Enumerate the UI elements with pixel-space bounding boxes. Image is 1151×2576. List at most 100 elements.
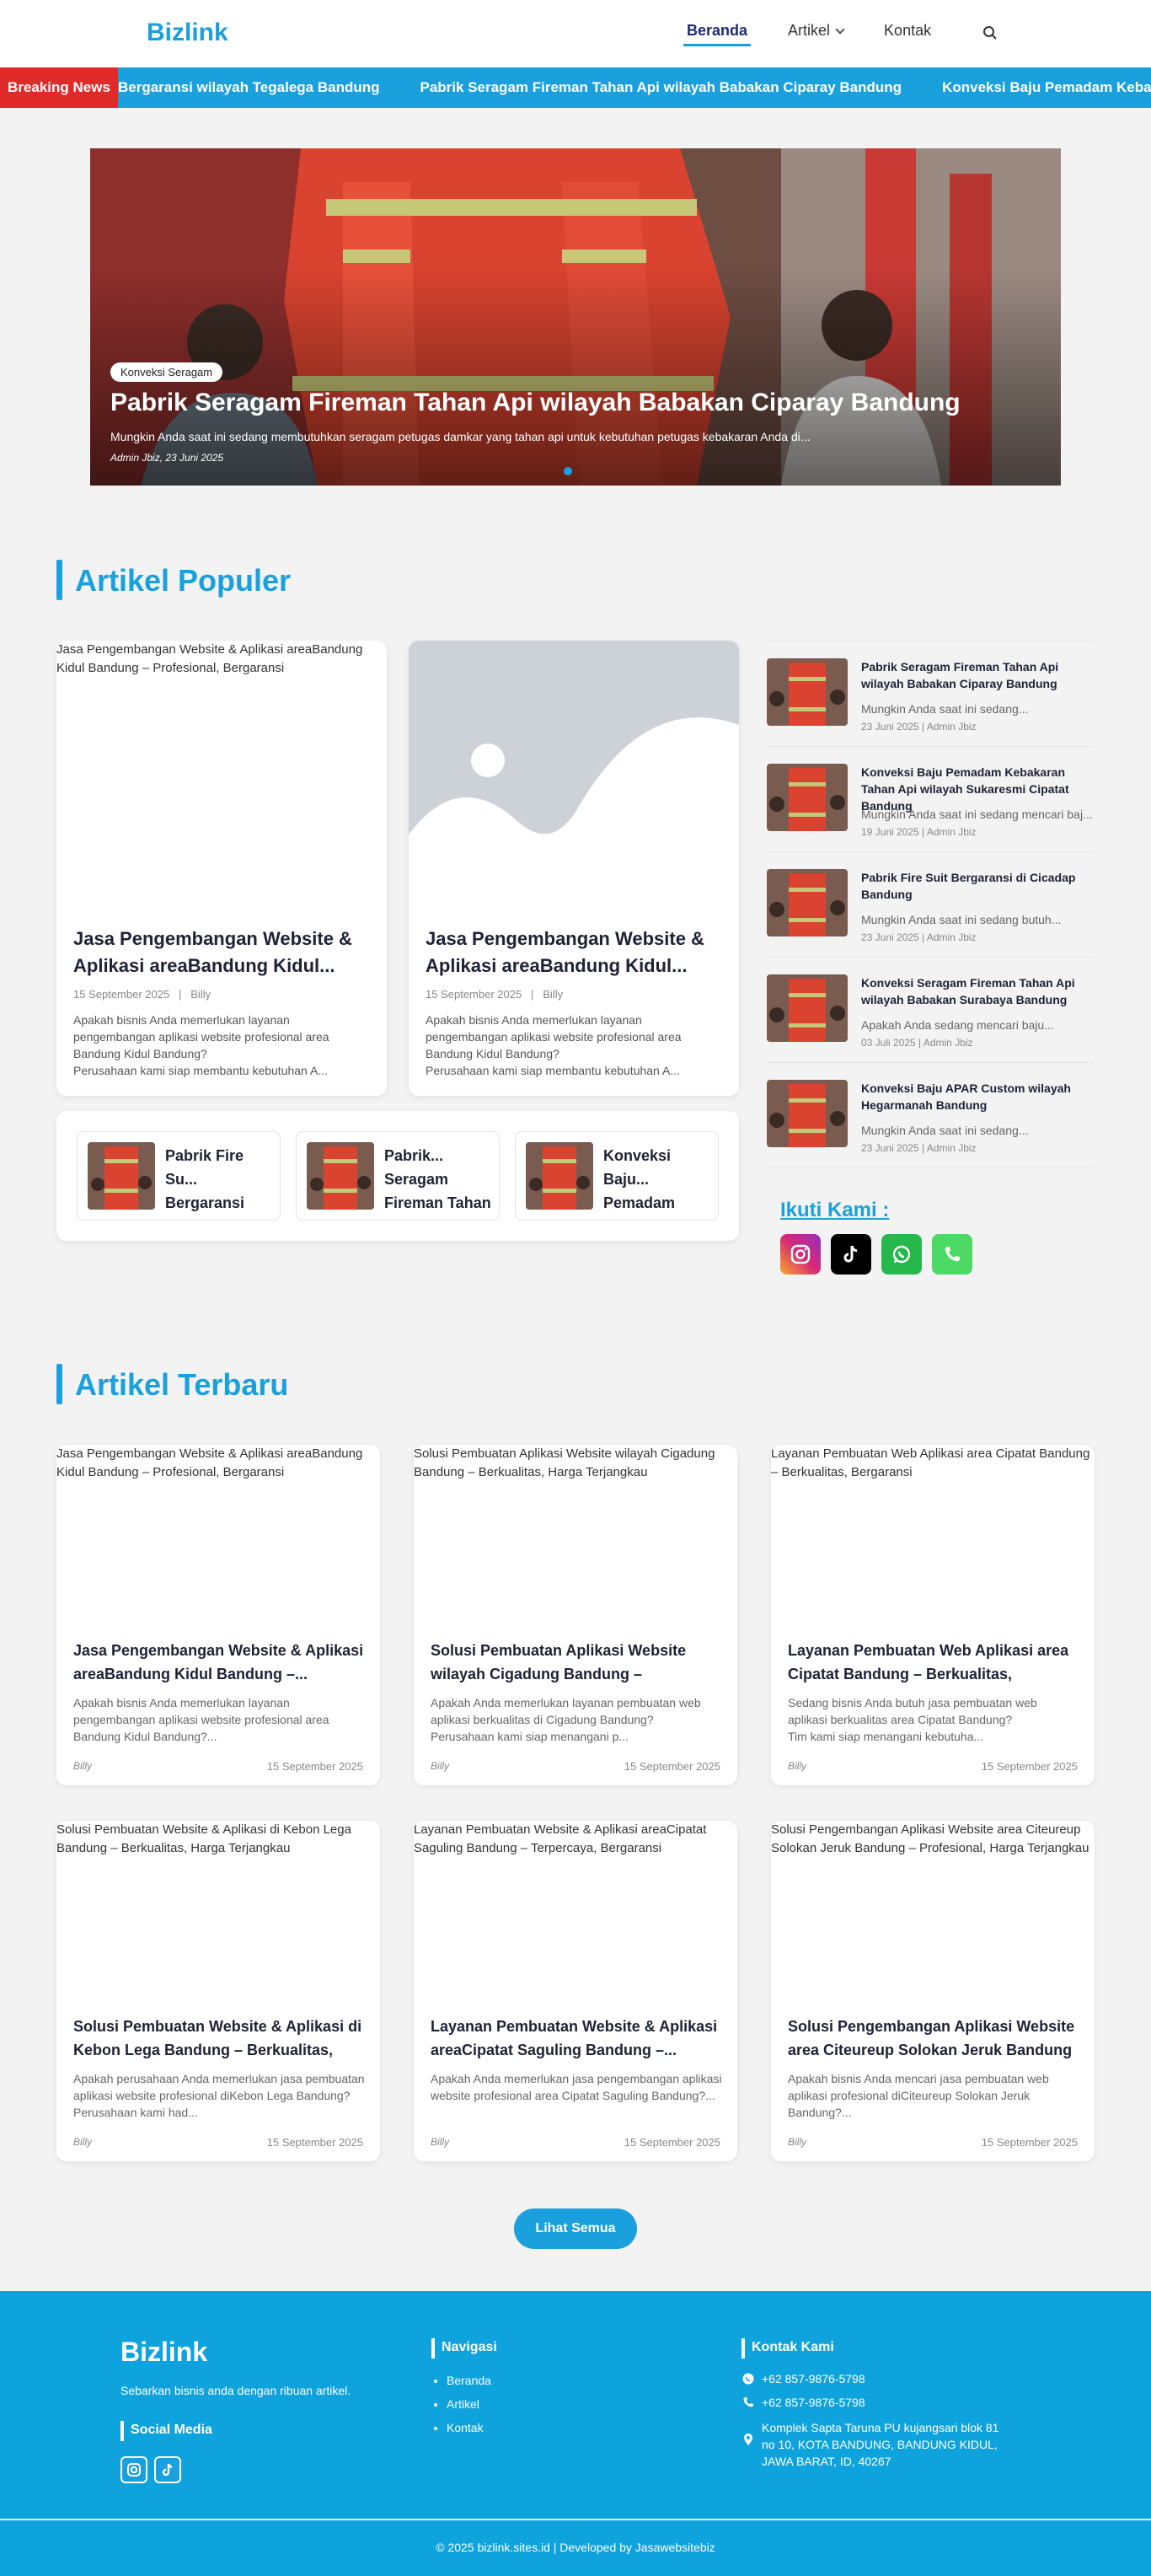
hero-meta: Admin Jbiz, 23 Juni 2025 xyxy=(110,452,224,464)
broken-image-alt: Solusi Pembuatan Website & Aplikasi di K… xyxy=(56,1822,351,1855)
site-logo[interactable]: Bizlink xyxy=(147,19,228,47)
sidebar-post[interactable]: Pabrik Fire Suit Bergaransi di Cicadap B… xyxy=(765,851,1094,957)
latest-card[interactable]: Solusi Pembuatan Website & Aplikasi di K… xyxy=(56,1821,380,2161)
tiktok-icon[interactable] xyxy=(831,1234,871,1275)
footer-link-beranda[interactable]: Beranda xyxy=(447,2374,491,2387)
footer-phone[interactable]: +62 857-9876-5798 xyxy=(741,2396,865,2409)
footer-link-artikel[interactable]: Artikel xyxy=(447,2397,479,2411)
mini-card[interactable]: Pabrik Fire Su... Bergaransi wilayah Teg… xyxy=(77,1131,281,1221)
sidebar-post-excerpt: Mungkin Anda saat ini sedang butuh... xyxy=(861,913,1062,926)
nav-artikel[interactable]: Artikel xyxy=(788,22,845,46)
phone-icon[interactable] xyxy=(932,1234,972,1275)
card-excerpt: Apakah bisnis Anda memerlukan layanan pe… xyxy=(426,1013,682,1077)
sidebar-post-meta: 23 Juni 2025 | Admin Jbiz xyxy=(861,721,977,733)
mini-title[interactable]: Pabrik... Seragam Fireman Tahan xyxy=(384,1144,494,1215)
broken-image-alt: Jasa Pengembangan Website & Aplikasi are… xyxy=(56,1446,363,1479)
sidebar-thumbnail xyxy=(767,1080,848,1147)
sidebar-post[interactable]: Konveksi Baju APAR Custom wilayah Hegarm… xyxy=(765,1062,1094,1167)
breaking-news-ticker: Breaking News Bergaransi wilayah Tegaleg… xyxy=(0,67,1151,108)
instagram-icon[interactable] xyxy=(780,1234,821,1275)
ticker-item[interactable]: Konveksi Baju Pemadam Kebakaran Tahan Ap… xyxy=(942,79,1151,96)
sidebar-post[interactable]: Konveksi Baju Pemadam Kebakaran Tahan Ap… xyxy=(765,746,1094,851)
card-title[interactable]: Solusi Pengembangan Aplikasi Website are… xyxy=(788,2015,1079,2062)
latest-card[interactable]: Solusi Pembuatan Aplikasi Website wilaya… xyxy=(414,1445,737,1785)
card-excerpt: Apakah bisnis Anda memerlukan layanan pe… xyxy=(73,1013,329,1077)
mini-title[interactable]: Konveksi Baju... Pemadam Kebakaran xyxy=(603,1144,713,1215)
hero-slider[interactable]: Konveksi Seragam Pabrik Seragam Fireman … xyxy=(90,148,1061,486)
search-icon[interactable] xyxy=(982,25,998,40)
footer-divider xyxy=(0,2519,1151,2520)
slider-dot[interactable] xyxy=(564,467,572,475)
mini-title[interactable]: Pabrik Fire Su... Bergaransi wilayah Teg… xyxy=(165,1144,275,1215)
follow-us-heading[interactable]: Ikuti Kami : xyxy=(780,1199,889,1222)
card-author: Billy xyxy=(543,988,564,1001)
sidebar-post-title[interactable]: Pabrik Fire Suit Bergaransi di Cicadap B… xyxy=(861,869,1089,903)
card-title[interactable]: Jasa Pengembangan Website & Aplikasi are… xyxy=(73,1639,365,1686)
image-placeholder xyxy=(409,641,739,910)
card-title[interactable]: Jasa Pengembangan Website & Aplikasi are… xyxy=(73,926,377,979)
footer-link-kontak[interactable]: Kontak xyxy=(447,2421,484,2434)
hero-title[interactable]: Pabrik Seragam Fireman Tahan Api wilayah… xyxy=(110,389,961,417)
card-excerpt: Apakah perusahaan Anda memerlukan jasa p… xyxy=(73,2072,365,2119)
chevron-down-icon xyxy=(835,24,845,35)
mini-card[interactable]: Konveksi Baju... Pemadam Kebakaran xyxy=(515,1131,719,1221)
card-author: Billy xyxy=(431,1760,450,1772)
footer-contact-heading: Kontak Kami xyxy=(741,2338,834,2359)
card-date: 15 September 2025 xyxy=(426,988,522,1001)
footer-phone-number: +62 857-9876-5798 xyxy=(762,2396,865,2409)
nav-kontak[interactable]: Kontak xyxy=(884,22,931,46)
sidebar-post-title[interactable]: Pabrik Seragam Fireman Tahan Api wilayah… xyxy=(861,658,1089,692)
mini-card[interactable]: Pabrik... Seragam Fireman Tahan xyxy=(296,1131,500,1221)
section-title-terbaru: Artikel Terbaru xyxy=(56,1364,288,1404)
card-title[interactable]: Layanan Pembuatan Web Aplikasi area Cipa… xyxy=(788,1639,1079,1686)
whatsapp-icon xyxy=(742,2373,754,2385)
latest-card[interactable]: Layanan Pembuatan Website & Aplikasi are… xyxy=(414,1821,737,2161)
sidebar-post-excerpt: Mungkin Anda saat ini sedang mencari baj… xyxy=(861,808,1093,821)
popular-card[interactable]: Jasa Pengembangan Website & Aplikasi are… xyxy=(409,641,739,1096)
card-title[interactable]: Solusi Pembuatan Website & Aplikasi di K… xyxy=(73,2015,365,2062)
card-title[interactable]: Solusi Pembuatan Aplikasi Website wilaya… xyxy=(431,1639,722,1686)
latest-card[interactable]: Layanan Pembuatan Web Aplikasi area Cipa… xyxy=(771,1445,1095,1785)
main-nav: Beranda Artikel Kontak xyxy=(683,22,972,46)
card-title[interactable]: Jasa Pengembangan Website & Aplikasi are… xyxy=(426,926,729,979)
ticker-item[interactable]: Pabrik Seragam Fireman Tahan Api wilayah… xyxy=(420,79,902,96)
latest-card[interactable]: Jasa Pengembangan Website & Aplikasi are… xyxy=(56,1445,380,1785)
card-date: 15 September 2025 xyxy=(73,988,170,1001)
ticker-item[interactable]: Bergaransi wilayah Tegalega Bandung xyxy=(118,79,380,96)
footer-nav-item: Kontak xyxy=(447,2416,491,2439)
footer-nav-item: Beranda xyxy=(447,2369,491,2392)
card-excerpt: Apakah bisnis Anda mencari jasa pembuata… xyxy=(788,2072,1049,2119)
sidebar-post-title[interactable]: Konveksi Baju Pemadam Kebakaran Tahan Ap… xyxy=(861,764,1089,814)
footer-whatsapp[interactable]: +62 857-9876-5798 xyxy=(741,2372,865,2385)
tiktok-icon[interactable] xyxy=(154,2456,181,2483)
instagram-icon[interactable] xyxy=(120,2456,147,2483)
card-date: 15 September 2025 xyxy=(266,1760,363,1773)
latest-card[interactable]: Solusi Pengembangan Aplikasi Website are… xyxy=(771,1821,1095,2161)
hero-category-badge[interactable]: Konveksi Seragam xyxy=(110,362,223,382)
nav-artikel-label: Artikel xyxy=(788,22,831,39)
card-date: 15 September 2025 xyxy=(981,1760,1078,1773)
sidebar-post[interactable]: Pabrik Seragam Fireman Tahan Api wilayah… xyxy=(765,641,1094,746)
sidebar-post-meta: 23 Juni 2025 | Admin Jbiz xyxy=(861,931,977,943)
nav-beranda[interactable]: Beranda xyxy=(683,22,752,46)
sidebar-post-title[interactable]: Konveksi Seragam Fireman Tahan Api wilay… xyxy=(861,974,1089,1008)
card-meta: 15 September 2025 | Billy xyxy=(73,988,211,1001)
footer-nav-item: Artikel xyxy=(447,2392,491,2416)
whatsapp-icon[interactable] xyxy=(881,1234,922,1275)
sidebar-thumbnail xyxy=(767,974,848,1042)
card-author: Billy xyxy=(190,988,211,1001)
sidebar-post-excerpt: Apakah Anda sedang mencari baju... xyxy=(861,1018,1054,1032)
card-title[interactable]: Layanan Pembuatan Website & Aplikasi are… xyxy=(431,2015,722,2062)
sidebar-post-title[interactable]: Konveksi Baju APAR Custom wilayah Hegarm… xyxy=(861,1080,1089,1114)
broken-image-alt: Layanan Pembuatan Web Aplikasi area Cipa… xyxy=(771,1446,1090,1479)
footer-logo[interactable]: Bizlink xyxy=(120,2337,207,2368)
sidebar-post-excerpt: Mungkin Anda saat ini sedang... xyxy=(861,702,1029,716)
see-all-button[interactable]: Lihat Semua xyxy=(514,2208,637,2249)
card-author: Billy xyxy=(788,2136,807,2148)
card-date: 15 September 2025 xyxy=(624,2136,720,2149)
broken-image-alt: Solusi Pembuatan Aplikasi Website wilaya… xyxy=(414,1446,715,1479)
footer-copyright: © 2025 bizlink.sites.id | Developed by J… xyxy=(436,2541,715,2554)
breaking-news-label: Breaking News xyxy=(0,67,118,108)
sidebar-post[interactable]: Konveksi Seragam Fireman Tahan Api wilay… xyxy=(765,957,1094,1062)
popular-card[interactable]: Jasa Pengembangan Website & Aplikasi are… xyxy=(56,641,387,1096)
